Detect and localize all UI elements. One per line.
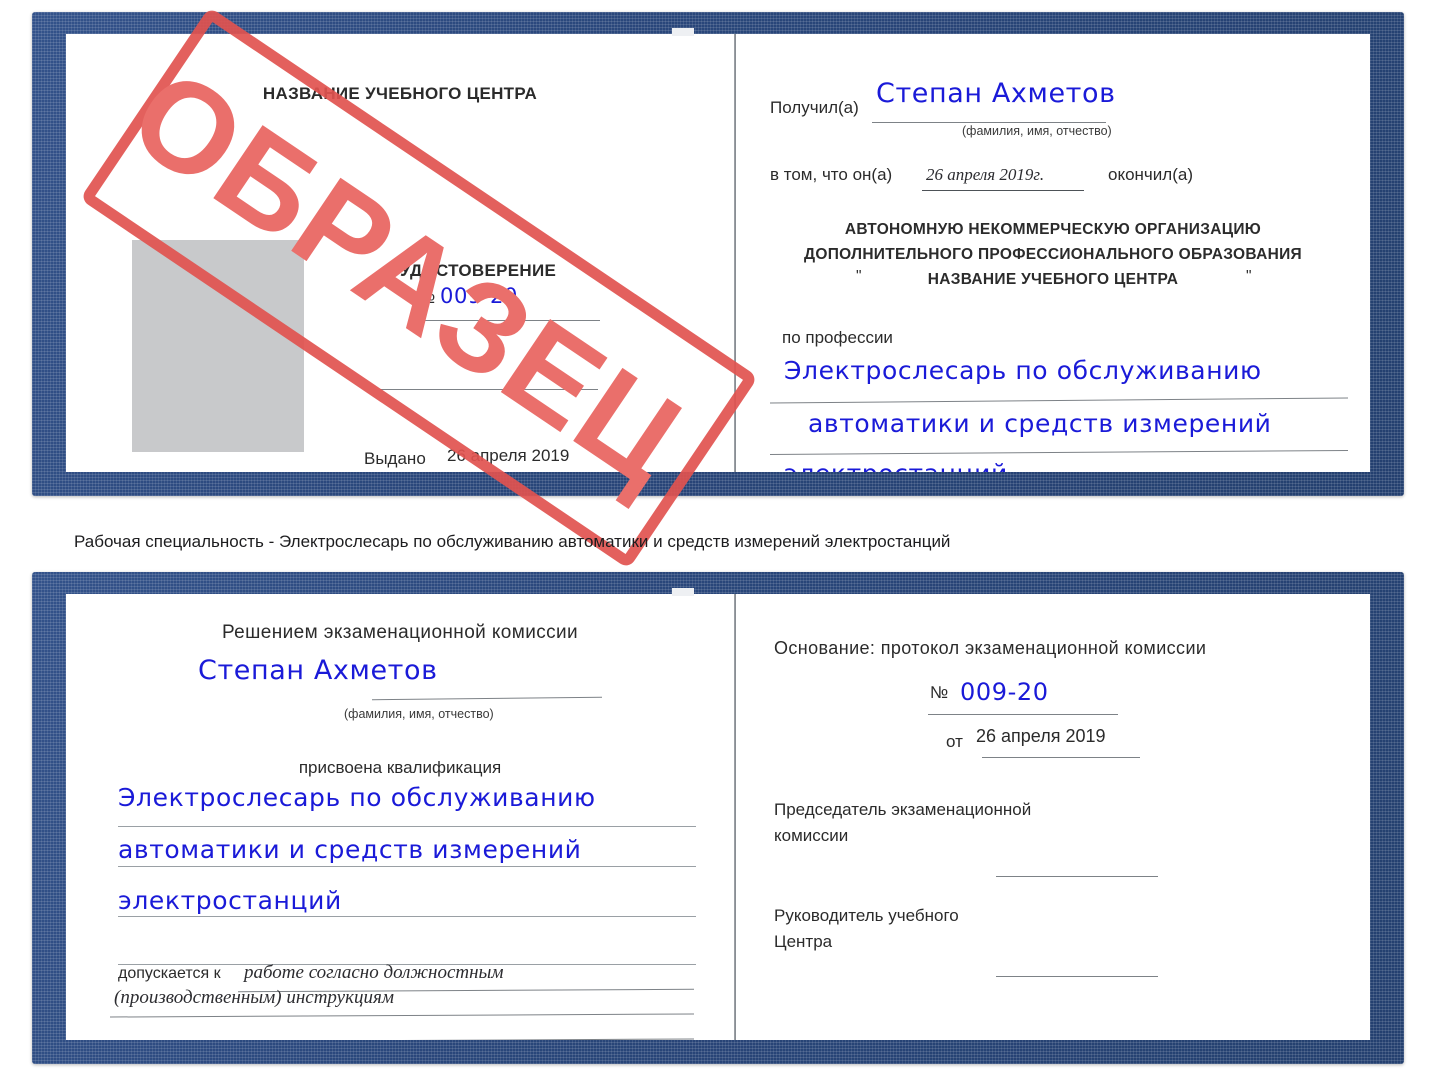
page-edge-notch-bottom xyxy=(672,588,694,596)
from-date: 26 апреля 2019 xyxy=(976,726,1106,746)
document-type-label: УДОСТОВЕРЕНИЕ xyxy=(400,261,557,280)
profession-line-1: Электрослесарь по обслуживанию xyxy=(784,356,1262,385)
edge-glyph: – xyxy=(1366,768,1370,802)
head-label-line-1: Руководитель учебного xyxy=(774,906,959,925)
protocol-number-rule xyxy=(928,714,1118,715)
head-label-line-2: Центра xyxy=(774,932,833,951)
issued-date: 26 апреля 2019 xyxy=(447,446,570,465)
received-rule xyxy=(872,122,1106,123)
organization-line-1: АВТОНОМНУЮ НЕКОММЕРЧЕСКУЮ ОРГАНИЗАЦИЮ xyxy=(844,221,1262,238)
edge-glyph: – xyxy=(1366,1006,1370,1040)
received-name: Степан Ахметов xyxy=(876,78,1116,109)
number-rule xyxy=(414,320,600,321)
protocol-number: 009-20 xyxy=(960,678,1049,706)
qualification-line-3: электростанций xyxy=(118,886,342,915)
edge-glyph: – xyxy=(1366,237,1370,271)
qualification-rule-2 xyxy=(118,866,696,867)
qualification-label: присвоена квалификация xyxy=(298,758,502,777)
from-label: от xyxy=(946,732,963,751)
organization-line-2: ДОПОЛНИТЕЛЬНОГО ПРОФЕССИОНАЛЬНОГО ОБРАЗО… xyxy=(804,246,1302,263)
profession-label: по профессии xyxy=(782,328,893,347)
photo-placeholder xyxy=(132,240,304,452)
edge-glyph: ‹- xyxy=(1366,339,1370,373)
received-label: Получил(а) xyxy=(770,98,859,117)
student-name-rule xyxy=(372,696,602,701)
edge-glyph: – xyxy=(1366,734,1370,768)
page-edge-notch-top xyxy=(672,28,694,36)
that-he-label: в том, что он(а) xyxy=(770,165,893,184)
edge-glyph: – xyxy=(1366,169,1370,203)
issued-label: Выдано xyxy=(364,449,426,468)
edge-glyph: – xyxy=(1366,407,1370,441)
qualification-rule-3 xyxy=(118,916,696,917)
admitted-line-2: (производственным) инструкциям xyxy=(114,987,394,1008)
edge-glyph: и xyxy=(1366,271,1370,305)
page-caption: Рабочая специальность - Электрослесарь п… xyxy=(74,532,951,551)
head-signature-rule xyxy=(996,976,1158,977)
top-right-page: Получил(а) Степан Ахметов (фамилия, имя,… xyxy=(736,34,1370,472)
certificate-number: 009-20 xyxy=(440,284,518,308)
profession-rule-2 xyxy=(770,449,1348,456)
name-hint: (фамилия, имя, отчество) xyxy=(962,124,1112,138)
blank-rule-1 xyxy=(380,389,598,390)
edge-glyph: – xyxy=(1366,972,1370,1006)
chairman-label-line-1: Председатель экзаменационной xyxy=(774,800,1032,819)
chairman-label-line-2: комиссии xyxy=(774,826,849,845)
edge-glyph: – xyxy=(1366,938,1370,972)
name-hint-bottom: (фамилия, имя, отчество) xyxy=(344,707,494,721)
edge-glyph: – xyxy=(1366,203,1370,237)
completion-date: 26 апреля 2019г. xyxy=(926,165,1045,184)
commission-heading: Решением экзаменационной комиссии xyxy=(221,622,579,643)
certificate-bottom: Решением экзаменационной комиссии Степан… xyxy=(32,572,1404,1064)
admitted-line-1: работе согласно должностным xyxy=(244,962,504,983)
qualification-rule-1 xyxy=(118,826,696,827)
certificate-top-pages: НАЗВАНИЕ УЧЕБНОГО ЦЕНТРА УДОСТОВЕРЕНИЕ №… xyxy=(66,34,1370,472)
edge-glyph-column-top: – – – и а ‹- – – – xyxy=(1366,169,1370,472)
admitted-rule-2 xyxy=(110,1013,694,1018)
admitted-label: допускается к xyxy=(118,965,221,982)
organization-quote-close: " xyxy=(1246,268,1252,285)
finished-label: окончил(а) xyxy=(1108,165,1193,184)
edge-glyph: – xyxy=(1366,802,1370,836)
qualification-line-1: Электрослесарь по обслуживанию xyxy=(118,783,596,812)
chairman-signature-rule xyxy=(996,876,1158,877)
top-left-page: НАЗВАНИЕ УЧЕБНОГО ЦЕНТРА УДОСТОВЕРЕНИЕ №… xyxy=(66,34,734,472)
edge-glyph: а xyxy=(1366,305,1370,339)
completion-date-rule xyxy=(922,190,1084,191)
student-name: Степан Ахметов xyxy=(198,655,438,686)
certificate-top: НАЗВАНИЕ УЧЕБНОГО ЦЕНТРА УДОСТОВЕРЕНИЕ №… xyxy=(32,12,1404,496)
edge-glyph: ‹- xyxy=(1366,904,1370,938)
basis-label: Основание: протокол экзаменационной коми… xyxy=(774,638,1207,658)
edge-glyph: – xyxy=(1366,441,1370,472)
protocol-number-symbol: № xyxy=(930,683,949,702)
training-center-title: НАЗВАНИЕ УЧЕБНОГО ЦЕНТРА xyxy=(262,84,538,103)
admitted-rule-3 xyxy=(110,1038,694,1040)
bottom-right-page: Основание: протокол экзаменационной коми… xyxy=(736,594,1370,1040)
bottom-left-page: Решением экзаменационной комиссии Степан… xyxy=(66,594,734,1040)
from-date-rule xyxy=(982,757,1140,758)
edge-glyph: а xyxy=(1366,870,1370,904)
edge-glyph: – xyxy=(1366,373,1370,407)
profession-line-2: автоматики и средств измерений xyxy=(808,409,1272,438)
edge-glyph-column-bottom: – – – и а ‹- – – – xyxy=(1366,734,1370,1040)
organization-quote-open: " xyxy=(856,268,862,285)
qualification-line-2: автоматики и средств измерений xyxy=(118,835,582,864)
profession-line-3: электростанций xyxy=(784,459,1008,472)
organization-line-3: НАЗВАНИЕ УЧЕБНОГО ЦЕНТРА xyxy=(927,271,1179,288)
number-symbol: № xyxy=(417,288,436,307)
certificate-bottom-pages: Решением экзаменационной комиссии Степан… xyxy=(66,594,1370,1040)
edge-glyph: и xyxy=(1366,836,1370,870)
profession-rule-1 xyxy=(770,397,1348,404)
